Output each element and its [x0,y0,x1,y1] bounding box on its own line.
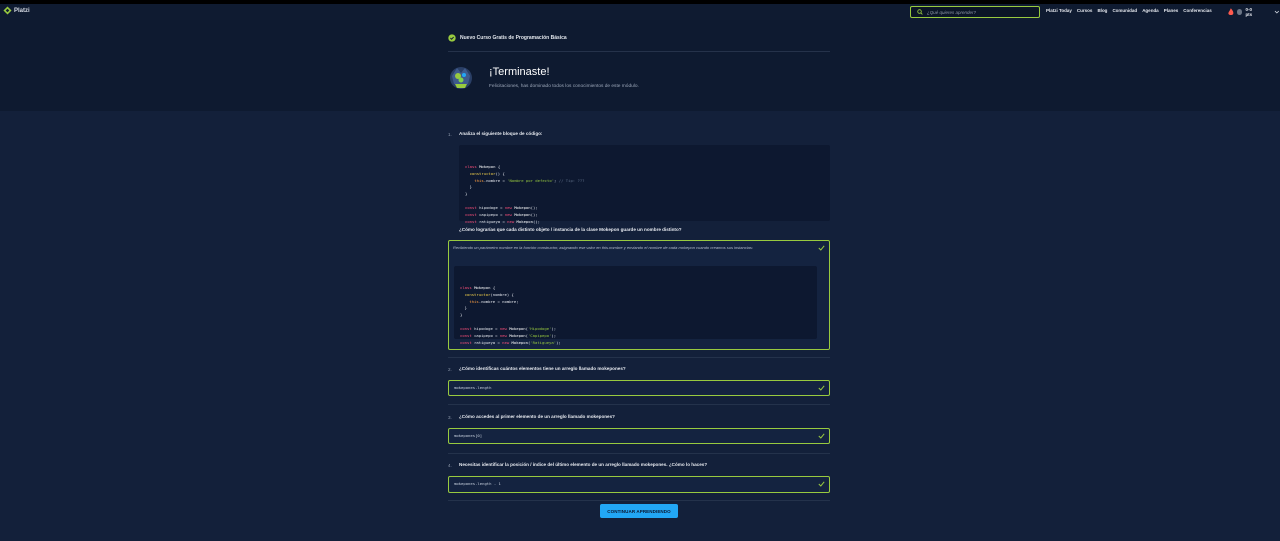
code-line: } [465,191,468,197]
question-subprompt: ¿Cómo lograrías que cada distinto objeto… [459,227,682,232]
finish-subtitle: Felicitaciones, has dominado todos los c… [489,84,639,89]
user-menu[interactable]: 0-0 pts [1228,7,1280,17]
code-line: class Mokepon { [460,284,496,290]
trophy-icon [450,67,472,89]
answer-option[interactable]: mokepones[0] [448,428,830,444]
continue-learning-button[interactable]: CONTINUAR APRENDIENDO [600,504,678,518]
question-number: 2. [448,367,452,372]
check-icon [818,433,825,439]
platzi-logo[interactable]: Platzi [3,6,30,15]
course-badge-icon [448,34,456,42]
code-line: } [460,312,463,318]
nav-link-conferencias[interactable]: Conferencias [1183,8,1212,13]
code-line: } [465,184,473,190]
search-box[interactable] [910,6,1040,18]
question-number: 3. [448,415,452,420]
answer-code-block: class Mokepon { constructor(nombre) { th… [454,266,817,345]
nav-link-comunidad[interactable]: Comunidad [1112,8,1137,13]
code-line: const capipepo = new Mokepon('Capipepo')… [460,333,557,339]
user-points: 0-0 pts [1245,7,1253,17]
code-line: const capipepo = new Mokepon(); [465,212,538,218]
question-number: 4. [448,463,452,468]
code-lines: class Mokepon { constructor() { this.nom… [465,164,824,226]
check-icon [818,385,825,391]
course-title: Nuevo Curso Gratis de Programación Básic… [460,35,567,41]
code-line: } [460,305,468,311]
question-prompt: Analiza el siguiente bloque de código: [459,131,543,136]
question-number: 1. [448,132,452,137]
code-line: class Mokepon { [465,163,501,169]
divider [448,500,830,501]
answer-text: Recibiendo un parámetro nombre en la fun… [453,245,753,250]
finish-title: ¡Terminaste! [489,66,550,78]
nav-link-platzi-today[interactable]: Platzi Today [1046,8,1072,13]
answer-text: mokepones.length [454,385,492,390]
course-heading: Nuevo Curso Gratis de Programación Básic… [448,34,567,42]
answer-option[interactable]: mokepones.length - 1 [448,476,830,493]
divider [448,404,830,405]
header-band [0,20,1280,111]
answer-text: mokepones[0] [454,433,483,438]
check-icon [818,245,825,251]
logo-text: Platzi [14,7,30,14]
search-input[interactable] [927,9,1027,15]
question-prompt: ¿Cómo identificas cuántos elementos tien… [459,366,626,371]
divider [448,357,830,358]
code-line: constructor() { [469,170,505,176]
answer-code-lines: class Mokepon { constructor(nombre) { th… [460,285,811,347]
nav-links: Platzi Today Cursos Blog Comunidad Agend… [1046,8,1212,13]
avatar[interactable] [1236,9,1243,15]
code-line: const hipodoge = new Mokepon(); [465,205,538,211]
flame-icon [1228,8,1234,16]
answer-text: mokepones.length - 1 [454,481,501,486]
answer-option[interactable]: mokepones.length [448,380,830,396]
question-prompt: Necesitas identificar la posición / índi… [459,462,708,467]
chevron-down-icon[interactable] [1274,9,1280,15]
code-line: constructor(nombre) { [464,291,514,297]
code-line: const hipodoge = new Mokepon('Hipodoge')… [460,326,557,332]
nav-link-agenda[interactable]: Agenda [1142,8,1159,13]
nav-link-cursos[interactable]: Cursos [1077,8,1093,13]
nav-link-blog[interactable]: Blog [1097,8,1107,13]
code-block: class Mokepon { constructor() { this.nom… [459,145,830,224]
code-line: const ratigueya = new Mokepon('Ratigueya… [460,339,561,345]
platzi-logo-icon [3,6,12,15]
answer-option[interactable]: Recibiendo un parámetro nombre en la fun… [448,240,830,350]
header-divider [448,51,830,52]
navbar: Platzi Platzi Today Cursos Blog Comunida… [0,4,1280,20]
code-line: const ratigueya = new Mokepon(); [465,218,540,224]
search-icon [917,9,923,15]
question-prompt: ¿Cómo accedes al primer elemento de un a… [459,414,615,419]
nav-link-planes[interactable]: Planes [1164,8,1179,13]
code-line: this.nombre = 'Nombre por defecto'; // T… [474,177,585,183]
code-line: this.nombre = nombre; [469,298,519,304]
check-icon [818,481,825,487]
divider [448,453,830,454]
